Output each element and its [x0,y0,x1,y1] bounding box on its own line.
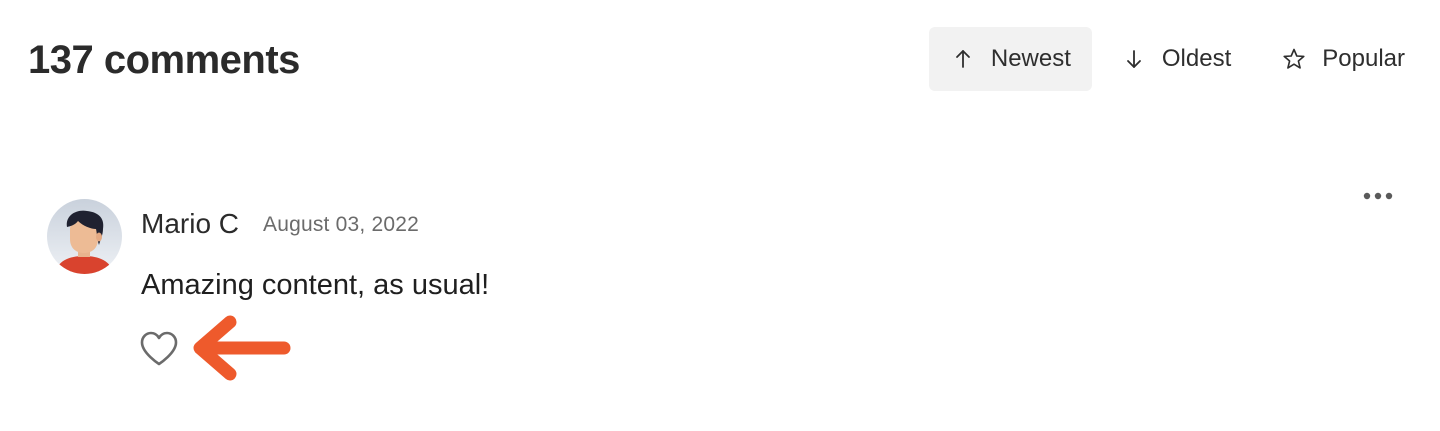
arrow-down-icon [1122,47,1146,71]
comments-count-heading: 137 comments [28,38,300,82]
comment-body: Amazing content, as usual! [141,269,490,301]
sort-options: Newest Oldest Popular [928,27,1426,91]
heart-icon [140,331,178,366]
sort-oldest-button[interactable]: Oldest [1100,27,1252,91]
more-horizontal-icon [1363,192,1393,200]
comment-more-button[interactable] [1358,182,1398,210]
sort-oldest-label: Oldest [1161,45,1232,72]
sort-popular-label: Popular [1322,45,1405,72]
star-icon [1282,47,1306,71]
sort-newest-button[interactable]: Newest [928,27,1092,91]
avatar[interactable] [47,199,122,274]
sort-popular-button[interactable]: Popular [1260,27,1426,91]
annotation-arrow [188,314,292,384]
arrow-up-icon [951,47,975,71]
like-button[interactable] [138,330,180,368]
comment-author[interactable]: Mario C [141,206,239,242]
comment-date: August 03, 2022 [263,213,419,236]
sort-newest-label: Newest [990,45,1071,72]
comments-section: 137 comments Newest Oldest Popular Mario… [0,0,1440,431]
